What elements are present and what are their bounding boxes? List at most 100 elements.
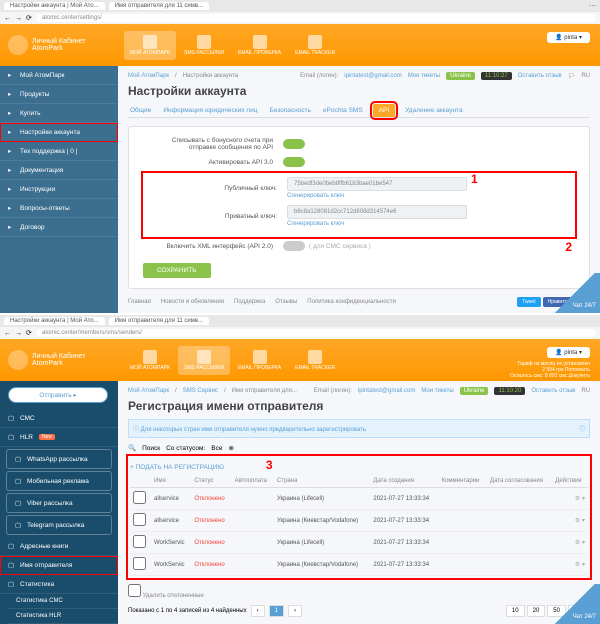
footer-link[interactable]: Поддержка	[234, 299, 265, 305]
select-all[interactable]	[128, 584, 141, 597]
row-check[interactable]	[133, 513, 146, 526]
topnav-item[interactable]: МОЙ АТОМПАРК	[124, 346, 176, 375]
footer: Главная Новости и обновления Поддержка Отзы…	[128, 297, 590, 307]
gear-icon[interactable]: ⚙	[575, 562, 580, 568]
info-banner: ⓘ Для некоторых стран имя отправителя ну…	[128, 419, 590, 438]
user-button[interactable]: 👤 pinta ▾	[547, 32, 590, 43]
public-key-field[interactable]: 75bedf3de0beb8ffb6183bae01be547	[287, 177, 467, 191]
api2-toggle[interactable]	[283, 241, 305, 251]
search-link[interactable]: Поиск	[142, 445, 160, 452]
sidebar-item[interactable]: ▸Купить	[0, 104, 118, 123]
tab-5[interactable]: Удаление аккаунта	[403, 104, 464, 117]
tab-2[interactable]: Безопасность	[267, 104, 312, 117]
send-button[interactable]: Отправить ▸	[8, 387, 108, 403]
gear-icon[interactable]: ⚙	[575, 540, 580, 546]
status-filter[interactable]: Все	[211, 445, 222, 452]
sidebar-subitem[interactable]: Статистика СМС	[8, 594, 118, 609]
browser-tab[interactable]: Имя отправителя для 11 симв...	[109, 2, 209, 10]
tab-1[interactable]: Информация юридических лиц	[161, 104, 259, 117]
row-check[interactable]	[133, 535, 146, 548]
top-nav: МОЙ АТОМПАРКSMS РАССЫЛКИEMAIL ПРОВЕРКАEM…	[124, 31, 341, 60]
sidebar-item[interactable]: ▸Тех поддержка | 0 |	[0, 142, 118, 161]
breadcrumb: Мой АтомПарк / SMS Сервис / Имя отправит…	[128, 387, 590, 395]
reload-icon[interactable]: ⟳	[26, 329, 32, 337]
sidebar-item[interactable]: ▢Статистика	[0, 575, 118, 594]
sidebar-item[interactable]: ▢Viber рассылка	[6, 493, 112, 513]
tab-0[interactable]: Общие	[128, 104, 153, 117]
topnav-item[interactable]: EMAIL ПРОВЕРКА	[232, 346, 287, 375]
footer-link[interactable]: Новости и обновления	[161, 299, 224, 305]
page-1[interactable]: 1	[269, 605, 284, 617]
sidebar-item[interactable]: ▸Документация	[0, 161, 118, 180]
register-highlight: + ПОДАТЬ НА РЕГИСТРАЦИЮ 3 ИмяСтатусАвтоо…	[128, 456, 590, 578]
flag-icon: 🏳	[568, 73, 576, 80]
back-icon[interactable]: ←	[4, 15, 11, 22]
sidebar-item[interactable]: ▸Договор	[0, 218, 118, 237]
reload-icon[interactable]: ⟳	[26, 14, 32, 22]
topnav-item[interactable]: МОЙ АТОМПАРК	[124, 31, 176, 60]
browser-tab[interactable]: Имя отправителя для 11 симв...	[109, 317, 209, 325]
sidebar-item[interactable]: ▢HLRNew	[0, 428, 118, 447]
gen-key-link[interactable]: Сгенерировать ключ	[287, 193, 467, 199]
gen-key-link[interactable]: Сгенерировать ключ	[287, 221, 467, 227]
app-header: Личный КабинетAtomPark МОЙ АТОМПАРКSMS Р…	[0, 24, 600, 66]
topnav-item[interactable]: SMS РАССЫЛКИ	[178, 31, 230, 60]
sidebar: Отправить ▸ ▢СМС▢HLRNew ▢WhatsApp рассылк…	[0, 381, 118, 624]
fwd-icon[interactable]: →	[15, 330, 22, 337]
topnav-item[interactable]: EMAIL TRACKER	[289, 31, 341, 60]
back-icon[interactable]: ←	[4, 330, 11, 337]
footer-link[interactable]: Политика конфиденциальности	[307, 299, 396, 305]
marker-2: 2	[565, 240, 572, 254]
api3-toggle[interactable]	[283, 157, 305, 167]
close-icon[interactable]: ⊗	[229, 444, 234, 452]
page-prev[interactable]: ‹	[251, 605, 265, 617]
save-button[interactable]: СОХРАНИТЬ	[143, 263, 211, 278]
tweet-btn[interactable]: Tweet	[517, 297, 540, 307]
sidebar-item[interactable]: ▸Инструкции	[0, 180, 118, 199]
page-size[interactable]: 20	[527, 605, 546, 617]
sidebar-item[interactable]: ▸Настройки аккаунта	[0, 123, 118, 142]
gear-icon[interactable]: ⚙	[575, 518, 580, 524]
sidebar-item[interactable]: ▸Мой АтомПарк	[0, 66, 118, 85]
register-link[interactable]: + ПОДАТЬ НА РЕГИСТРАЦИЮ	[130, 464, 224, 471]
table-row: allserviceОтклоненоУкраина (Киевстар/Vod…	[130, 510, 588, 532]
sidebar-item[interactable]: ▢Имя отправителя	[0, 556, 118, 575]
tab-3[interactable]: ePochta SMS	[321, 104, 365, 117]
topnav-item[interactable]: EMAIL TRACKER	[289, 346, 341, 375]
sidebar-item[interactable]: ▸Продукты	[0, 85, 118, 104]
row-check[interactable]	[133, 557, 146, 570]
browser-tab[interactable]: Настройки аккаунта | Мой Ато...	[4, 317, 105, 325]
sidebar-item[interactable]: ▢Мобильная реклама	[6, 471, 112, 491]
footer-link[interactable]: Главная	[128, 299, 151, 305]
page-next[interactable]: ›	[288, 605, 302, 617]
address-bar: ← → ⟳ atomic.center/settings/	[0, 12, 600, 24]
url-field[interactable]: atomic.center/members/sms/senders/	[36, 329, 596, 337]
user-button[interactable]: 👤 pinta ▾	[547, 347, 590, 358]
app-header: Личный КабинетAtomPark МОЙ АТОМПАРКSMS Р…	[0, 339, 600, 381]
chat-widget[interactable]: Чат 24/7	[550, 584, 600, 624]
footer-link[interactable]: Отзывы	[275, 299, 297, 305]
sidebar-item[interactable]: ▢СМС	[0, 409, 118, 428]
sidebar-subitem[interactable]: Статистика HLR	[8, 609, 118, 624]
settings-tabs: Общие Информация юридических лиц Безопасно…	[128, 104, 590, 118]
sidebar-item[interactable]: ▢WhatsApp рассылка	[6, 449, 112, 469]
chat-widget[interactable]: Чат 24/7	[550, 273, 600, 313]
api-panel: Списывать с бонусного счета при отправке…	[128, 126, 590, 289]
logo[interactable]: Личный КабинетAtomPark	[8, 350, 118, 370]
private-key-field[interactable]: b6c8a128081d2cc712d808d314574e6	[287, 205, 467, 219]
page-size[interactable]: 10	[506, 605, 525, 617]
tab-4[interactable]: API	[373, 104, 395, 117]
sidebar-item[interactable]: ▸Вопросы-ответы	[0, 199, 118, 218]
topnav-item[interactable]: EMAIL ПРОВЕРКА	[232, 31, 287, 60]
logo[interactable]: Личный КабинетAtomPark	[8, 35, 118, 55]
tickets-link[interactable]: Мои тикеты	[408, 73, 440, 79]
browser-tab[interactable]: Настройки аккаунта | Мой Ато...	[4, 2, 105, 10]
gear-icon[interactable]: ⚙	[575, 496, 580, 502]
topnav-item[interactable]: SMS РАССЫЛКИ	[178, 346, 230, 375]
fwd-icon[interactable]: →	[15, 15, 22, 22]
sidebar-item[interactable]: ▢Адресные книги	[0, 537, 118, 556]
bonus-toggle[interactable]	[283, 139, 305, 149]
row-check[interactable]	[133, 491, 146, 504]
sidebar-item[interactable]: ▢Telegram рассылка	[6, 515, 112, 535]
url-field[interactable]: atomic.center/settings/	[36, 14, 596, 22]
